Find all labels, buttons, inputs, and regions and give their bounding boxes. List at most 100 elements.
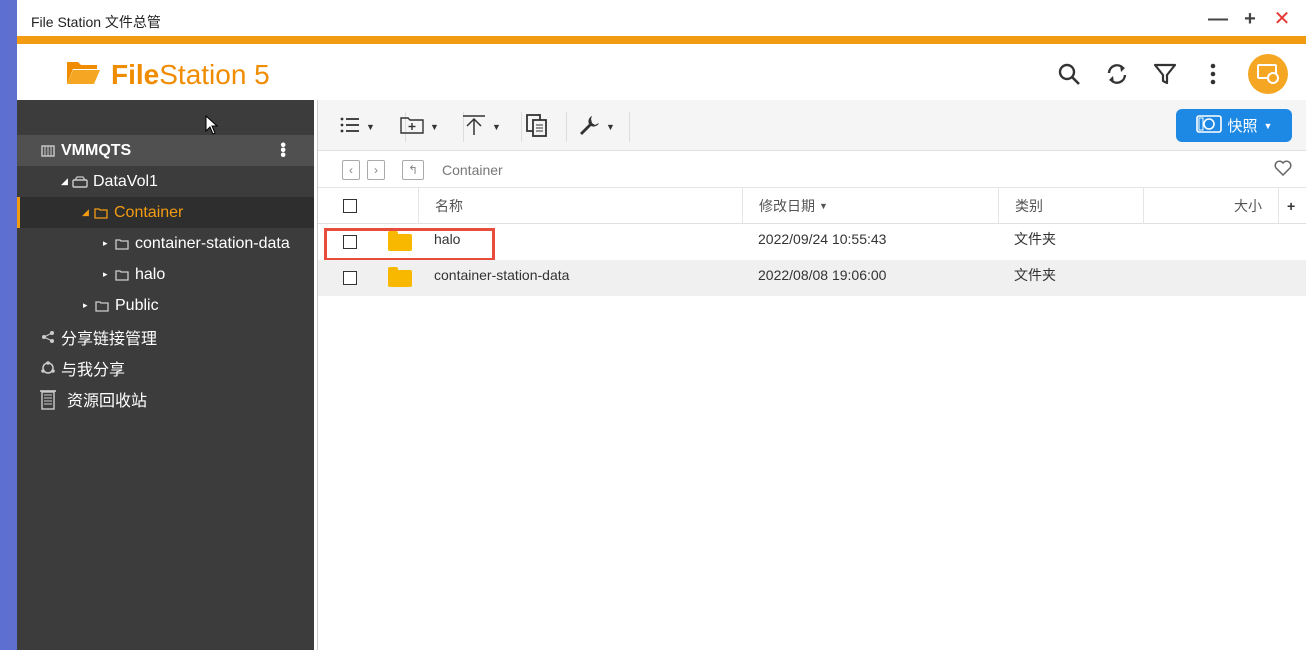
maximize-button[interactable]: + bbox=[1240, 8, 1260, 30]
file-type: 文件夹 bbox=[1014, 231, 1056, 247]
brand-name: FileStation 5 bbox=[111, 58, 270, 90]
row-checkbox[interactable] bbox=[343, 224, 357, 260]
caret-down-icon[interactable]: ◢ bbox=[61, 176, 71, 187]
tools-dropdown[interactable]: ▼ bbox=[578, 112, 630, 142]
sidebar-item-label: container-station-data bbox=[135, 234, 290, 252]
plus-icon: + bbox=[1287, 198, 1296, 214]
bg-tab-file-station[interactable]: File Station 文件 bbox=[265, 6, 418, 35]
sort-desc-icon: ▼ bbox=[819, 201, 828, 211]
minimize-button[interactable]: — bbox=[1208, 8, 1228, 30]
caret-right-icon[interactable]: ▸ bbox=[103, 269, 113, 280]
folder-icon bbox=[388, 224, 412, 260]
sidebar-item-label: 资源回收站 bbox=[67, 392, 148, 410]
sidebar-item-label: 分享链接管理 bbox=[61, 330, 158, 348]
sidebar-item-datavol1[interactable]: ◢ DataVol1 bbox=[17, 166, 314, 197]
drive-icon bbox=[71, 174, 89, 190]
table-row[interactable]: halo 2022/09/24 10:55:43 文件夹 bbox=[318, 221, 1306, 261]
upload-dropdown[interactable]: ▼ bbox=[462, 112, 522, 142]
copy-button[interactable] bbox=[525, 112, 567, 142]
column-modified[interactable]: 修改日期 ▼ bbox=[742, 188, 998, 224]
bg-tab-storage[interactable]: 存储与快照总管 bbox=[479, 6, 619, 35]
arrow-up-left-icon: ↰ bbox=[407, 163, 419, 177]
file-name[interactable]: container-station-data bbox=[434, 257, 569, 293]
sidebar-item-vmmqts[interactable]: VMMQTS • • • bbox=[17, 135, 314, 166]
sidebar-item-public[interactable]: ▸ Public bbox=[17, 290, 314, 321]
brand-logo: FileStation 5 bbox=[65, 58, 270, 91]
select-all-checkbox[interactable] bbox=[343, 188, 357, 224]
header-actions bbox=[1056, 54, 1288, 94]
file-type: 文件夹 bbox=[1014, 267, 1056, 283]
sidebar-item-recycle-bin[interactable]: 资源回收站 bbox=[17, 383, 314, 414]
main-panel: ▼ ▼ ▼ ▼ 快照 ▼ ‹ › ↰ Container 名称 修改日期 ▼ 类… bbox=[317, 100, 1306, 650]
caret-down-icon: ▼ bbox=[1263, 120, 1273, 131]
bg-tab-app-center[interactable]: App Center bbox=[707, 6, 815, 29]
snapshot-label: 快照 bbox=[1227, 118, 1258, 135]
trash-icon bbox=[39, 389, 57, 410]
caret-right-icon[interactable]: ▸ bbox=[83, 300, 93, 311]
user-avatar[interactable] bbox=[1248, 54, 1288, 94]
folder-icon bbox=[92, 205, 110, 221]
more-vertical-icon[interactable]: • • • bbox=[280, 138, 286, 164]
file-name[interactable]: halo bbox=[434, 221, 460, 257]
sidebar-item-label: 与我分享 bbox=[61, 361, 126, 379]
folder-icon bbox=[113, 236, 131, 252]
column-type[interactable]: 类别 bbox=[998, 188, 1143, 224]
sidebar-item-halo[interactable]: ▸ halo bbox=[17, 259, 314, 290]
view-mode-dropdown[interactable]: ▼ bbox=[340, 112, 406, 142]
mouse-cursor-icon bbox=[205, 114, 219, 140]
breadcrumb[interactable]: Container bbox=[442, 162, 503, 178]
window-titlebar: File Station 文件 存储与快照总管 App Center 帮助中心 … bbox=[17, 0, 1306, 44]
sidebar-item-label: VMMQTS bbox=[61, 141, 132, 159]
bg-tab-virtualization[interactable]: 虚拟化功能日 bbox=[1099, 6, 1219, 35]
sidebar-item-container[interactable]: ◢ Container bbox=[17, 197, 314, 228]
caret-down-icon: ▼ bbox=[430, 122, 439, 132]
refresh-icon[interactable] bbox=[1104, 61, 1130, 87]
copy-icon bbox=[525, 113, 549, 142]
create-folder-dropdown[interactable]: ▼ bbox=[400, 112, 464, 142]
caret-down-icon: ▼ bbox=[366, 122, 375, 132]
file-station-window: File Station 文件 存储与快照总管 App Center 帮助中心 … bbox=[17, 0, 1306, 650]
folder-icon bbox=[113, 267, 131, 283]
sidebar-item-label: Public bbox=[115, 296, 159, 314]
back-button[interactable]: ‹ bbox=[342, 160, 360, 180]
snapshot-button[interactable]: 快照 ▼ bbox=[1176, 109, 1292, 142]
search-icon[interactable] bbox=[1056, 61, 1082, 87]
file-modified: 2022/08/08 19:06:00 bbox=[758, 267, 887, 283]
window-controls: — + ✕ bbox=[1208, 8, 1292, 30]
chevron-right-icon: › bbox=[374, 163, 378, 177]
forward-button[interactable]: › bbox=[367, 160, 385, 180]
row-checkbox[interactable] bbox=[343, 260, 357, 296]
upload-icon bbox=[462, 114, 486, 141]
caret-down-icon[interactable]: ◢ bbox=[82, 207, 92, 218]
caret-down-icon: ▼ bbox=[606, 122, 615, 132]
more-vertical-icon[interactable] bbox=[1200, 61, 1226, 87]
table-row[interactable]: container-station-data 2022/08/08 19:06:… bbox=[318, 260, 1306, 296]
bg-tab-help[interactable]: 帮助中心 bbox=[927, 6, 1007, 35]
background-taskbar: File Station 文件 存储与快照总管 App Center 帮助中心 … bbox=[17, 6, 1306, 34]
column-name[interactable]: 名称 bbox=[418, 188, 742, 224]
list-view-icon bbox=[340, 117, 360, 138]
sidebar-item-label: halo bbox=[135, 265, 166, 283]
app-header: FileStation 5 bbox=[17, 44, 1306, 100]
sidebar: VMMQTS • • • ◢ DataVol1 ◢ Container ▸ co… bbox=[17, 100, 314, 650]
sidebar-item-container-station-data[interactable]: ▸ container-station-data bbox=[17, 228, 314, 259]
close-button[interactable]: ✕ bbox=[1272, 8, 1292, 30]
caret-right-icon[interactable]: ▸ bbox=[103, 238, 113, 249]
folder-logo-icon bbox=[65, 58, 101, 91]
folder-icon bbox=[388, 260, 412, 296]
sidebar-item-shared-with-me[interactable]: 与我分享 bbox=[17, 352, 314, 383]
chevron-left-icon: ‹ bbox=[349, 163, 353, 177]
heart-icon[interactable] bbox=[1274, 160, 1292, 181]
file-modified: 2022/09/24 10:55:43 bbox=[758, 231, 887, 247]
sidebar-item-share-link-management[interactable]: 分享链接管理 bbox=[17, 321, 314, 352]
parent-folder-button[interactable]: ↰ bbox=[402, 160, 424, 180]
add-column-button[interactable]: + bbox=[1278, 188, 1306, 224]
camera-icon bbox=[1195, 114, 1222, 138]
column-size[interactable]: 大小 bbox=[1143, 188, 1278, 224]
share-icon bbox=[39, 329, 57, 345]
caret-down-icon: ▼ bbox=[492, 122, 501, 132]
new-folder-icon bbox=[400, 116, 424, 139]
wrench-icon bbox=[578, 114, 600, 141]
app-body: VMMQTS • • • ◢ DataVol1 ◢ Container ▸ co… bbox=[17, 100, 1306, 650]
filter-icon[interactable] bbox=[1152, 61, 1178, 87]
